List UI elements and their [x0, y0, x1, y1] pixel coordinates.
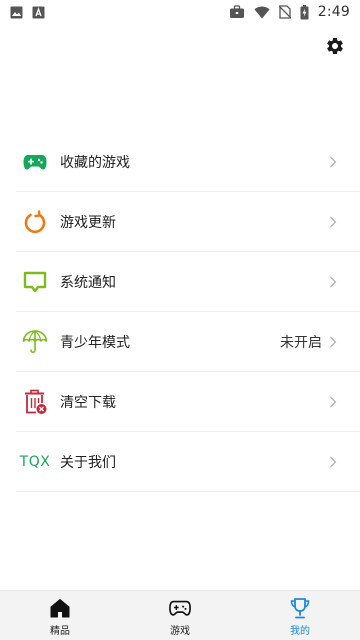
menu-label: 收藏的游戏	[60, 154, 130, 171]
image-icon	[10, 6, 23, 19]
menu-label: 青少年模式	[60, 334, 130, 351]
menu-item-about-us[interactable]: TQX 关于我们	[16, 432, 360, 492]
chevron-right-icon	[326, 155, 340, 169]
gear-icon	[325, 36, 345, 60]
briefcase-icon	[229, 5, 245, 19]
menu-label: 游戏更新	[60, 214, 116, 231]
menu-label: 清空下载	[60, 394, 116, 411]
status-time: 2:49	[317, 4, 350, 20]
teen-mode-status: 未开启	[280, 334, 322, 351]
menu-item-clear-downloads[interactable]: 清空下载	[16, 372, 360, 432]
menu-label: 系统通知	[60, 274, 116, 291]
refresh-icon	[21, 208, 49, 236]
tab-label: 精品	[50, 625, 70, 637]
chevron-right-icon	[326, 455, 340, 469]
text-a-icon	[32, 6, 45, 19]
bottom-tab-bar: 精品 游戏 我的	[0, 590, 360, 640]
tab-games[interactable]: 游戏	[120, 591, 240, 640]
wifi-icon	[254, 6, 270, 19]
umbrella-icon	[21, 328, 49, 356]
tab-featured[interactable]: 精品	[0, 591, 120, 640]
home-icon	[49, 597, 71, 619]
menu-item-teen-mode[interactable]: 青少年模式 未开启	[16, 312, 360, 372]
notification-icon	[21, 268, 49, 296]
chevron-right-icon	[326, 275, 340, 289]
chevron-right-icon	[326, 395, 340, 409]
menu-item-game-updates[interactable]: 游戏更新	[16, 192, 360, 252]
tab-label: 我的	[290, 625, 310, 637]
gamepad-icon	[21, 148, 49, 176]
tqx-logo-text: TQX	[19, 453, 51, 470]
tab-mine[interactable]: 我的	[240, 591, 360, 640]
chevron-right-icon	[326, 215, 340, 229]
chevron-right-icon	[326, 335, 340, 349]
menu-list: 收藏的游戏 游戏更新 系统通知 青少年模式 未开启 清空下载 TQX 关于我们	[16, 132, 360, 492]
menu-item-favorite-games[interactable]: 收藏的游戏	[16, 132, 360, 192]
menu-item-system-notifications[interactable]: 系统通知	[16, 252, 360, 312]
menu-label: 关于我们	[60, 454, 116, 471]
tqx-logo: TQX	[19, 448, 51, 476]
trophy-icon	[289, 597, 311, 619]
status-right: 2:49	[229, 4, 350, 20]
status-bar: 2:49	[0, 0, 360, 24]
no-sim-icon	[278, 5, 291, 19]
tab-label: 游戏	[170, 625, 190, 637]
trash-icon	[21, 388, 49, 416]
status-left	[10, 6, 45, 19]
battery-charging-icon	[300, 4, 309, 20]
gamepad-outline-icon	[169, 597, 191, 619]
settings-button[interactable]	[324, 37, 346, 59]
